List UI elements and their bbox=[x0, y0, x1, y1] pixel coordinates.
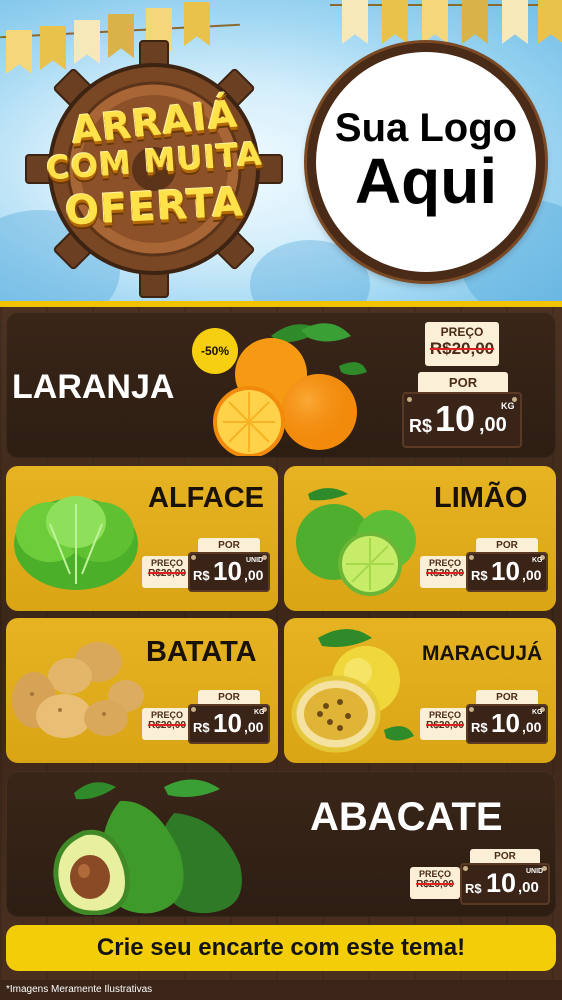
bunting-flag bbox=[342, 0, 368, 44]
product-card-alface: ALFACE PREÇO R$20,00 POR R$ 10 ,00 UNID bbox=[6, 466, 278, 611]
old-price-label: PREÇO bbox=[150, 558, 183, 568]
price-decimal: ,00 bbox=[479, 414, 507, 436]
arraia-badge: ARRAIÁ COM MUITA OFERTA bbox=[22, 38, 287, 300]
old-price-tag: PREÇO R$20,00 bbox=[410, 867, 460, 899]
bunting-flag bbox=[502, 0, 528, 44]
product-name: LARANJA bbox=[12, 368, 175, 406]
old-price-tag: PREÇO R$20,00 bbox=[142, 556, 192, 588]
por-label: POR bbox=[418, 372, 508, 394]
product-card-limao: LIMÃO PREÇO R$20,00 POR R$ 10 ,00 KG bbox=[284, 466, 556, 611]
passion-fruit-icon bbox=[291, 629, 414, 753]
product-name: ALFACE bbox=[148, 482, 264, 514]
price-unit: UNID bbox=[246, 557, 264, 564]
potato-icon bbox=[12, 642, 144, 738]
cta-text: Crie seu encarte com este tema! bbox=[96, 934, 466, 961]
old-price-tag: PREÇO R$20,00 bbox=[142, 708, 192, 740]
price-integer: 10 bbox=[213, 708, 242, 738]
currency: R$ bbox=[471, 720, 488, 735]
price-integer: 10 bbox=[213, 556, 242, 586]
old-price-value: R$20,00 bbox=[416, 879, 454, 890]
old-price-tag: PREÇO R$20,00 bbox=[425, 322, 499, 366]
old-price-value: R$20,00 bbox=[148, 568, 186, 579]
bunting-flag bbox=[538, 0, 562, 44]
price-integer: 10 bbox=[491, 556, 520, 586]
logo-text: Aqui bbox=[354, 145, 498, 218]
bunting-flag bbox=[462, 0, 488, 44]
product-name: BATATA bbox=[146, 636, 257, 668]
header-banner: ARRAIÁ COM MUITA OFERTA Sua Logo Aqui bbox=[0, 0, 562, 305]
price-integer: 10 bbox=[435, 398, 476, 439]
old-price-label: PREÇO bbox=[428, 558, 461, 568]
bunting-flag bbox=[422, 0, 448, 44]
price-decimal: ,00 bbox=[518, 879, 539, 896]
price-decimal: ,00 bbox=[522, 567, 542, 583]
price-integer: 10 bbox=[486, 868, 517, 898]
logo-text: Sua Logo bbox=[334, 106, 518, 151]
old-price-tag: PREÇO R$20,00 bbox=[420, 556, 470, 588]
product-name: LIMÃO bbox=[434, 482, 528, 514]
old-price-label: PREÇO bbox=[428, 710, 461, 720]
price-integer: 10 bbox=[491, 708, 520, 738]
price-tag: R$ 10 ,00 KG bbox=[402, 392, 522, 448]
currency: R$ bbox=[193, 720, 210, 735]
lettuce-icon bbox=[14, 496, 138, 590]
product-name: MARACUJÁ bbox=[422, 642, 543, 665]
nail-icon bbox=[463, 866, 468, 871]
lime-icon bbox=[296, 488, 416, 596]
product-name: ABACATE bbox=[310, 795, 503, 839]
product-card-laranja: LARANJA -50% PREÇO R$20,00 POR R$ 10 ,00… bbox=[6, 312, 556, 458]
old-price-value: R$20,00 bbox=[426, 720, 464, 731]
price-unit: UNID bbox=[526, 868, 544, 875]
logo-placeholder: Sua Logo Aqui bbox=[307, 43, 545, 281]
price-unit: KG bbox=[532, 557, 543, 564]
currency: R$ bbox=[465, 881, 482, 896]
nail-icon bbox=[469, 555, 474, 560]
product-card-abacate: ABACATE PREÇO R$20,00 POR R$ 10 ,00 UNID bbox=[6, 771, 556, 917]
avocado-icon bbox=[53, 779, 242, 915]
old-price-value: R$20,00 bbox=[429, 339, 495, 358]
price-tag: R$ 10 ,00 KG bbox=[188, 704, 270, 744]
old-price-label: PREÇO bbox=[440, 325, 484, 339]
price-unit: KG bbox=[501, 401, 515, 411]
old-price-tag: PREÇO R$20,00 bbox=[420, 708, 470, 740]
price-unit: KG bbox=[532, 709, 543, 716]
currency: R$ bbox=[471, 568, 488, 583]
old-price-label: PREÇO bbox=[150, 710, 183, 720]
price-tag: R$ 10 ,00 UNID bbox=[188, 552, 270, 592]
nail-icon bbox=[407, 397, 412, 402]
old-price-label: PREÇO bbox=[418, 869, 451, 879]
product-card-maracuja: MARACUJÁ PREÇO R$20,00 POR R$ 10 ,00 KG bbox=[284, 618, 556, 763]
currency: R$ bbox=[193, 568, 210, 583]
product-card-batata: BATATA PREÇO R$20,00 POR R$ 10 ,00 KG bbox=[6, 618, 278, 763]
price-unit: KG bbox=[254, 709, 265, 716]
disclaimer: *Imagens Meramente Ilustrativas bbox=[6, 984, 153, 995]
nail-icon bbox=[469, 707, 474, 712]
bunting-flag bbox=[382, 0, 408, 44]
discount-badge: -50% bbox=[192, 328, 238, 374]
nail-icon bbox=[191, 555, 196, 560]
price-tag: R$ 10 ,00 KG bbox=[466, 552, 548, 592]
price-tag: R$ 10 ,00 UNID bbox=[460, 863, 550, 905]
cta-banner[interactable]: Crie seu encarte com este tema! bbox=[6, 925, 556, 971]
price-decimal: ,00 bbox=[522, 719, 542, 735]
old-price-value: R$20,00 bbox=[148, 720, 186, 731]
price-decimal: ,00 bbox=[244, 567, 264, 583]
price-decimal: ,00 bbox=[244, 719, 264, 735]
price-tag: R$ 10 ,00 KG bbox=[466, 704, 548, 744]
currency: R$ bbox=[409, 416, 433, 436]
nail-icon bbox=[191, 707, 196, 712]
old-price-value: R$20,00 bbox=[426, 568, 464, 579]
